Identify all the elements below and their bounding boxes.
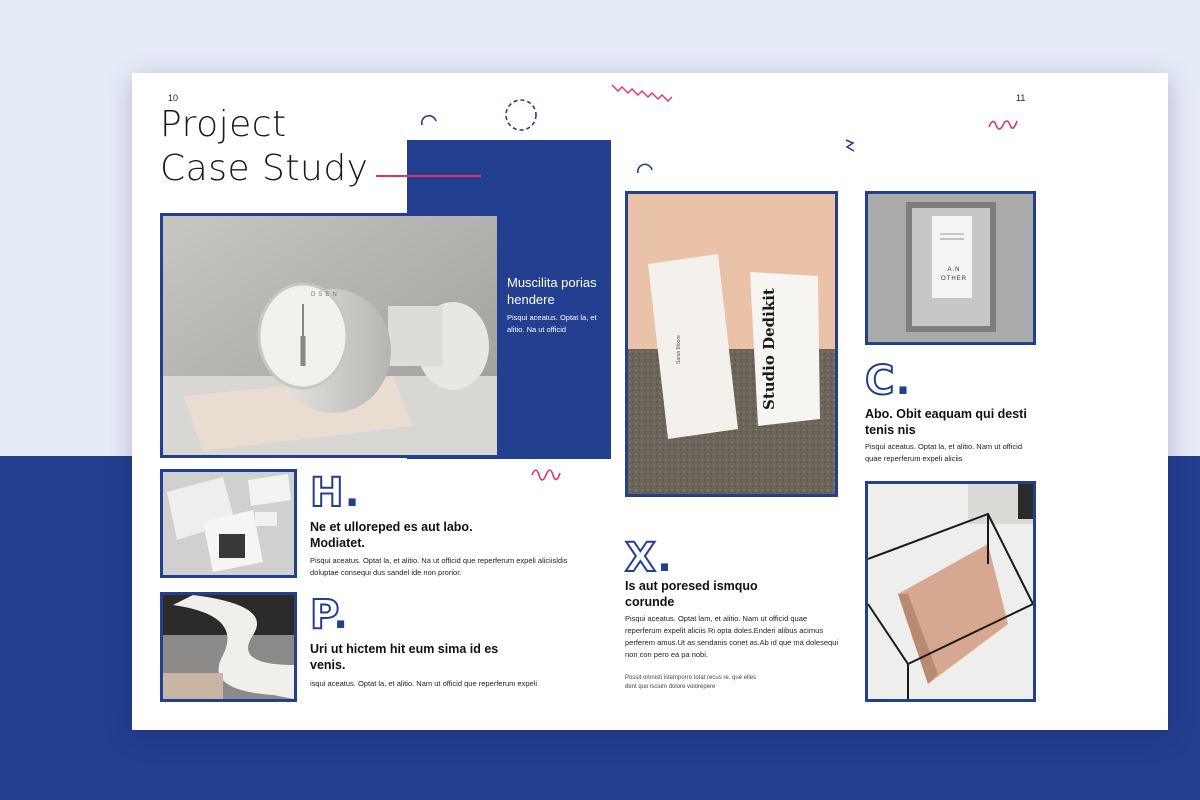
section-p-title: Uri ut hictem hit eum sima id es venis. xyxy=(310,642,499,672)
arc-decoration-icon xyxy=(637,163,653,174)
feature-caption-body: Pisqui aceatus. Optat la, et alitio. Na … xyxy=(507,313,597,334)
squiggle-pink-icon xyxy=(988,120,1018,130)
clock-brand: DSEN xyxy=(311,292,340,298)
title-line-2: Case Study xyxy=(160,148,369,189)
section-letter-h: H. xyxy=(309,470,361,516)
squiggle-pink-icon xyxy=(531,469,561,481)
card-brand: Studio Dedikit xyxy=(760,288,778,410)
card-name: Sarah Moore xyxy=(676,335,682,364)
business-cards-photo: Studio Dedikit Sarah Moore xyxy=(625,191,838,497)
brochure-spread: 10 11 Project Case Study Muscilita poria… xyxy=(132,73,1168,730)
box-photo: A.N OTHER xyxy=(865,191,1036,345)
title-line-1: Project xyxy=(160,104,287,145)
box-label: A.N OTHER xyxy=(941,267,967,282)
zigzag-pink-icon xyxy=(611,84,673,102)
section-letter-c: C. xyxy=(864,358,912,404)
accent-line xyxy=(376,175,481,177)
zigzag-blue-icon xyxy=(845,139,855,152)
staircase-photo xyxy=(160,592,297,702)
arc-decoration-icon xyxy=(420,114,437,126)
section-x-note: Possit omnisti istemporro totat recus re… xyxy=(625,675,757,690)
page-number-left: 10 xyxy=(168,93,179,103)
clock-photo: DSEN xyxy=(160,213,500,458)
section-letter-p: P. xyxy=(309,592,350,638)
dashed-circle-icon xyxy=(505,99,537,131)
feature-caption-title: Muscilita porias hendere xyxy=(507,275,597,307)
section-h-body: Pisqui aceatus. Optat la, et alitio. Na … xyxy=(310,556,568,577)
section-x-body: Pisqui aceatus. Optat lam, et alitio. Na… xyxy=(625,614,839,659)
section-c-title: Abo. Obit eaquam qui desti tenis nis xyxy=(865,407,1027,437)
page-title: Project Case Study xyxy=(160,103,368,191)
shelf-photo xyxy=(865,481,1036,702)
stationery-photo xyxy=(160,469,297,578)
section-h-title: Ne et ulloreped es aut labo. Modiatet. xyxy=(310,520,473,550)
section-p-body: isqui aceatus. Optat la, et alitio. Nam … xyxy=(310,679,538,688)
page-number-right: 11 xyxy=(1016,93,1026,103)
section-letter-x: X. xyxy=(624,535,674,581)
section-x-title: Is aut poresed ismquo corunde xyxy=(625,579,758,609)
section-c-body: Pisqui aceatus. Optat la, et alitio. Nam… xyxy=(865,442,1023,463)
